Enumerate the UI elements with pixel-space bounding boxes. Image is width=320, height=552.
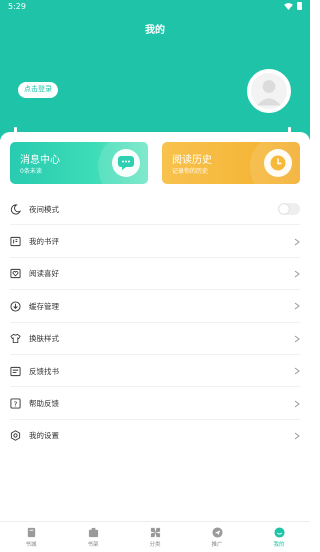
list-icon	[10, 366, 21, 377]
chevron-right-icon	[294, 302, 300, 310]
chevron-right-icon	[294, 432, 300, 440]
menu-item-label: 我的书评	[29, 237, 59, 247]
profile-icon	[273, 526, 285, 538]
heart-icon	[10, 268, 21, 279]
user-silhouette-icon	[250, 72, 288, 110]
card-title: 阅读历史	[172, 155, 212, 166]
card-subtitle: 0条未读	[20, 168, 42, 175]
chevron-right-icon	[294, 335, 300, 343]
menu-item-my-settings[interactable]: 我的设置	[0, 420, 310, 452]
chevron-right-icon	[294, 400, 300, 407]
nav-item-bookshelf[interactable]: 书架	[62, 522, 124, 552]
moon-icon	[10, 204, 21, 215]
nav-label: 我的	[273, 541, 285, 548]
download-icon	[10, 301, 21, 312]
wifi-icon	[284, 2, 293, 10]
menu-item-label: 反馈找书	[29, 366, 59, 376]
menu-item-night-mode[interactable]: 夜间模式	[0, 193, 310, 226]
book-icon	[27, 527, 35, 537]
message-center-card[interactable]: 消息中心 0条未读	[10, 142, 148, 184]
nav-label: 分类	[149, 541, 161, 548]
review-icon	[10, 236, 21, 247]
menu-item-label: 阅读喜好	[29, 269, 59, 279]
send-icon	[211, 526, 223, 538]
menu-item-skin-style[interactable]: 换肤样式	[0, 323, 310, 356]
nav-item-mine[interactable]: 我的	[248, 522, 310, 552]
nav-label: 书架	[87, 541, 99, 548]
status-bar: 5:29	[0, 0, 310, 14]
card-title: 消息中心	[20, 155, 60, 166]
chat-bubble-icon	[112, 149, 140, 177]
settings-menu: 夜间模式 我的书评 阅读喜好 缓存管理 换肤样式 反馈找书 ? 帮助反馈 我的设…	[0, 193, 310, 452]
menu-item-help-feedback[interactable]: ? 帮助反馈	[0, 387, 310, 421]
reading-history-card[interactable]: 阅读历史 记录你的历史	[162, 142, 300, 184]
menu-item-label: 夜间模式	[29, 204, 59, 214]
nav-label: 书城	[25, 541, 37, 548]
page-title: 我的	[145, 25, 165, 36]
clock-icon	[264, 149, 292, 177]
nav-item-promote[interactable]: 推广	[186, 522, 248, 552]
profile-header: 5:29 我的 点击登录	[0, 0, 310, 140]
card-subtitle: 记录你的历史	[172, 168, 209, 175]
menu-item-reading-preferences[interactable]: 阅读喜好	[0, 258, 310, 291]
menu-item-label: 缓存管理	[29, 301, 59, 311]
settings-icon	[10, 430, 21, 442]
menu-item-label: 帮助反馈	[29, 399, 59, 409]
nav-item-bookstore[interactable]: 书城	[0, 522, 62, 552]
menu-item-my-reviews[interactable]: 我的书评	[0, 225, 310, 259]
battery-icon	[297, 2, 302, 10]
shirt-icon	[10, 333, 21, 344]
nav-item-category[interactable]: 分类	[124, 522, 186, 552]
chevron-right-icon	[294, 367, 300, 375]
menu-item-label: 我的设置	[29, 431, 59, 441]
night-mode-toggle[interactable]	[278, 203, 300, 216]
avatar[interactable]	[247, 69, 291, 113]
svg-text:?: ?	[14, 399, 18, 408]
category-icon	[150, 527, 160, 537]
menu-item-label: 换肤样式	[29, 334, 59, 344]
menu-item-cache-management[interactable]: 缓存管理	[0, 290, 310, 323]
bookshelf-icon	[88, 527, 98, 537]
help-icon: ?	[10, 398, 21, 409]
chevron-right-icon	[294, 238, 300, 245]
nav-label: 推广	[211, 541, 223, 548]
chevron-right-icon	[294, 270, 300, 278]
menu-item-feedback-find-book[interactable]: 反馈找书	[0, 355, 310, 388]
login-button[interactable]: 点击登录	[18, 82, 58, 98]
status-time: 5:29	[8, 2, 26, 11]
bottom-nav: 书城 书架 分类 推广 我的	[0, 521, 310, 552]
